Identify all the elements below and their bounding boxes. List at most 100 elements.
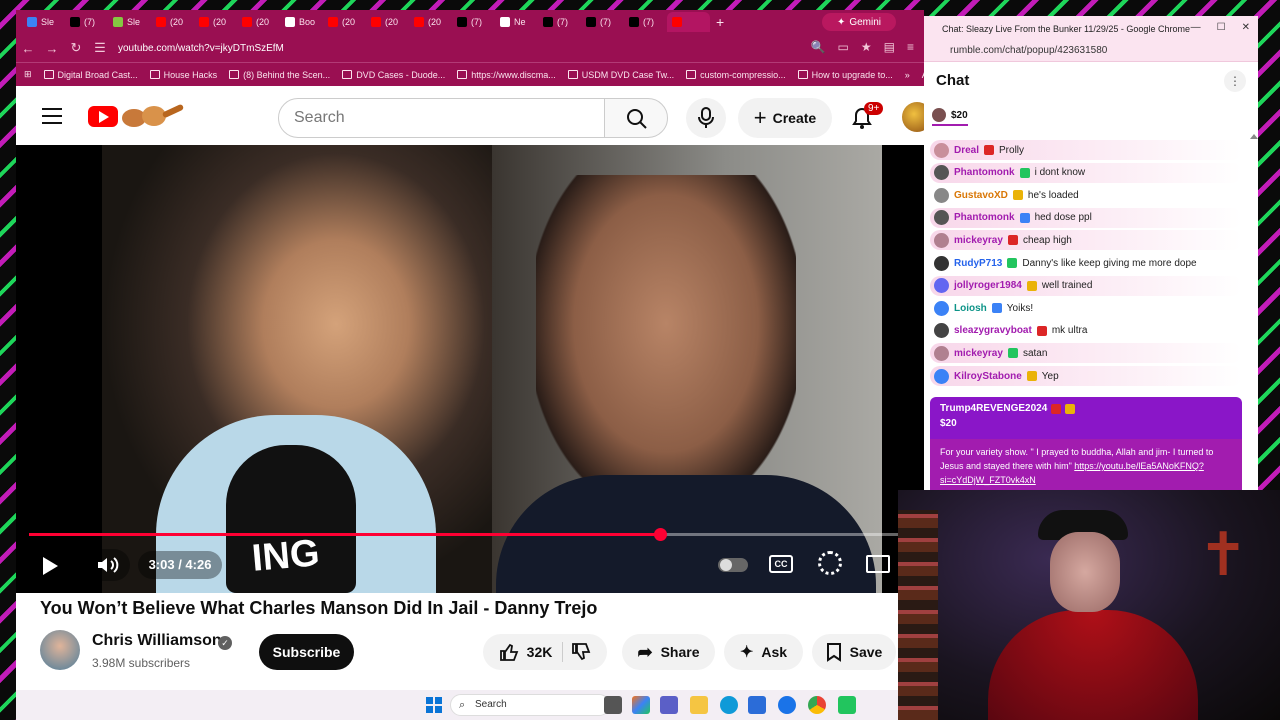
- voice-search-button[interactable]: [686, 98, 726, 138]
- store-icon[interactable]: [748, 696, 766, 714]
- account-avatar[interactable]: [902, 102, 924, 132]
- browser-tab[interactable]: (20: [151, 12, 194, 32]
- chat-username[interactable]: mickeyray: [954, 235, 1003, 246]
- chat-avatar[interactable]: [934, 142, 949, 158]
- chat-avatar[interactable]: [934, 278, 949, 294]
- share-button[interactable]: ➦ Share: [622, 634, 715, 670]
- browser-tab[interactable]: (7): [538, 12, 581, 32]
- chat-username[interactable]: Phantomonk: [954, 212, 1015, 223]
- settings-gear-icon[interactable]: [818, 551, 842, 575]
- outlook-icon[interactable]: [778, 696, 796, 714]
- miniplayer-icon[interactable]: [866, 555, 890, 573]
- save-button[interactable]: Save: [812, 634, 896, 670]
- browser-tab[interactable]: (20: [409, 12, 452, 32]
- chat-avatar[interactable]: [934, 232, 949, 248]
- new-tab-icon[interactable]: +: [716, 14, 724, 30]
- forward-icon[interactable]: →: [40, 41, 64, 56]
- edge-icon[interactable]: [720, 696, 738, 714]
- play-icon[interactable]: [40, 555, 60, 577]
- bookmark-item[interactable]: USDM DVD Case Tw...: [567, 70, 674, 80]
- channel-name[interactable]: Chris Williamson: [92, 632, 222, 650]
- gemini-button[interactable]: ✦ Gemini: [822, 13, 896, 31]
- bookmark-item[interactable]: House Hacks: [149, 70, 217, 80]
- sidepanel-icon[interactable]: ▤: [884, 40, 895, 54]
- chrome-icon[interactable]: [808, 696, 826, 714]
- chat-avatar[interactable]: [934, 187, 949, 203]
- chat-avatar[interactable]: [934, 345, 949, 361]
- taskbar-search[interactable]: ⌕ Search: [450, 694, 610, 716]
- chat-username[interactable]: jollyroger1984: [954, 280, 1022, 291]
- chat-username[interactable]: Dreal: [954, 145, 979, 156]
- rant-username[interactable]: Trump4REVENGE2024: [940, 403, 1047, 414]
- task-view-icon[interactable]: [604, 696, 622, 714]
- chatgpt-icon[interactable]: [838, 696, 856, 714]
- autoplay-toggle[interactable]: [718, 558, 748, 572]
- video-player[interactable]: ING 3:03 / 4:26 CC: [16, 145, 924, 593]
- search-input[interactable]: Search: [278, 98, 605, 138]
- bookmark-item[interactable]: (8) Behind the Scen...: [229, 70, 330, 80]
- url-input[interactable]: youtube.com/watch?v=jkyDTmSzEfM: [118, 43, 284, 54]
- browser-tab[interactable]: Sle: [22, 12, 65, 32]
- close-icon[interactable]: ✕: [1242, 22, 1250, 33]
- reload-icon[interactable]: ↻: [64, 40, 88, 56]
- browser-tab[interactable]: (7): [624, 12, 667, 32]
- chat-avatar[interactable]: [934, 165, 949, 181]
- more-options-icon[interactable]: ⋮: [1224, 70, 1246, 92]
- bookmark-item[interactable]: Digital Broad Cast...: [43, 70, 138, 80]
- create-button[interactable]: + Create: [738, 98, 832, 138]
- bookmark-item[interactable]: https://www.discma...: [457, 70, 556, 80]
- chat-avatar[interactable]: [934, 300, 949, 316]
- browser-tab[interactable]: Sle: [108, 12, 151, 32]
- minimize-icon[interactable]: —: [1191, 22, 1201, 33]
- bookmark-item[interactable]: custom-compressio...: [686, 70, 786, 80]
- seek-bar[interactable]: [29, 528, 899, 541]
- scroll-up-arrow-icon[interactable]: [1250, 134, 1258, 139]
- bookmark-star-icon[interactable]: ★: [861, 40, 872, 54]
- windows-start-icon[interactable]: [426, 697, 442, 713]
- chat-username[interactable]: GustavoXD: [954, 190, 1008, 201]
- volume-button[interactable]: [86, 549, 130, 581]
- browser-tab[interactable]: (20: [366, 12, 409, 32]
- maximize-icon[interactable]: ☐: [1217, 22, 1226, 33]
- subscribe-button[interactable]: Subscribe: [259, 634, 354, 670]
- hamburger-menu-icon[interactable]: [42, 108, 62, 129]
- ask-button[interactable]: ✦ Ask: [724, 634, 803, 670]
- zoom-icon[interactable]: 🔍: [811, 40, 826, 54]
- bookmarks-overflow-icon[interactable]: »: [905, 70, 910, 80]
- browser-tab[interactable]: (20: [237, 12, 280, 32]
- chat-scrollbar[interactable]: [1250, 134, 1258, 492]
- chat-username[interactable]: KilroyStabone: [954, 371, 1022, 382]
- install-icon[interactable]: ▭: [838, 40, 849, 54]
- teams-icon[interactable]: [660, 696, 678, 714]
- bookmark-item[interactable]: How to upgrade to...: [797, 70, 893, 80]
- pinned-tip[interactable]: $20: [932, 108, 968, 122]
- browser-tab[interactable]: [667, 12, 710, 32]
- captions-button[interactable]: CC: [769, 555, 793, 573]
- chat-avatar[interactable]: [934, 368, 949, 384]
- chat-username[interactable]: Loiosh: [954, 303, 987, 314]
- copilot-icon[interactable]: [632, 696, 650, 714]
- browser-tab[interactable]: (7): [65, 12, 108, 32]
- browser-tab[interactable]: (20: [194, 12, 237, 32]
- browser-tab[interactable]: Ne: [495, 12, 538, 32]
- browser-tab[interactable]: (7): [581, 12, 624, 32]
- chat-username[interactable]: RudyP713: [954, 258, 1002, 269]
- file-explorer-icon[interactable]: [690, 696, 708, 714]
- like-button[interactable]: 32K: [499, 642, 564, 662]
- browser-tab[interactable]: Boo: [280, 12, 323, 32]
- chat-username[interactable]: mickeyray: [954, 348, 1003, 359]
- search-button[interactable]: [604, 98, 668, 138]
- browser-tab[interactable]: (7): [452, 12, 495, 32]
- chat-username[interactable]: sleazygravyboat: [954, 325, 1032, 336]
- chat-avatar[interactable]: [934, 323, 949, 339]
- bookmark-item[interactable]: DVD Cases - Duode...: [342, 70, 445, 80]
- site-info-icon[interactable]: ☰: [88, 40, 112, 56]
- chat-avatar[interactable]: [934, 210, 949, 226]
- channel-avatar[interactable]: [40, 630, 80, 670]
- browser-tab[interactable]: (20: [323, 12, 366, 32]
- menu-icon[interactable]: ≡: [907, 40, 914, 54]
- back-icon[interactable]: ←: [16, 41, 40, 56]
- chat-username[interactable]: Phantomonk: [954, 167, 1015, 178]
- thumbs-down-icon[interactable]: [571, 642, 591, 662]
- chat-avatar[interactable]: [934, 255, 949, 271]
